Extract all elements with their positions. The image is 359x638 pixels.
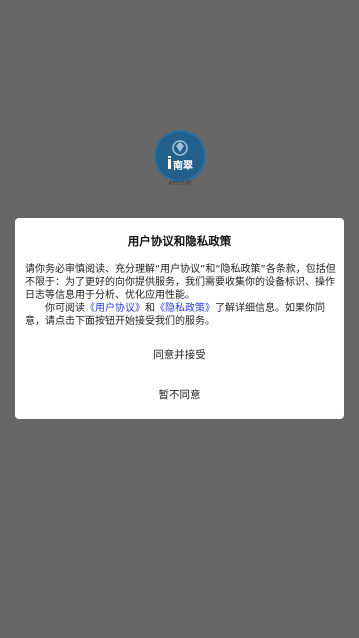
paragraph-2-lead: 你可阅读 — [45, 303, 85, 314]
paragraph-2-and: 和 — [145, 303, 155, 314]
dialog-title: 用户协议和隐私政策 — [127, 234, 232, 248]
dialog-paragraph-1: 请你务必审慎阅读、充分理解“用户协议”和“隐私政策”各条款，包括但不限于：为了更… — [25, 264, 336, 301]
dialog-paragraph-2: 你可阅读《用户协议》和《隐私政策》了解详细信息。如果你同意，请点击下面按钮开始接… — [25, 302, 337, 328]
app-logo-group: 南翠 APP名称 — [154, 130, 206, 187]
decline-button[interactable]: 暂不同意 — [15, 386, 344, 402]
screen: 南翠 APP名称 用户协议和隐私政策 请你务必审慎阅读、充分理解“用户协议”和“… — [0, 0, 359, 638]
svg-text:南翠: 南翠 — [173, 159, 193, 172]
privacy-dialog: 用户协议和隐私政策 请你务必审慎阅读、充分理解“用户协议”和“隐私政策”各条款，… — [15, 218, 344, 419]
app-logo-caption: APP名称 — [168, 180, 192, 187]
logo-emblem-icon: 南翠 — [156, 132, 204, 180]
dialog-body: 请你务必审慎阅读、充分理解“用户协议”和“隐私政策”各条款，包括但不限于：为了更… — [25, 263, 337, 328]
privacy-policy-link[interactable]: 《隐私政策》 — [155, 303, 215, 314]
app-logo-icon: 南翠 — [154, 130, 206, 182]
agree-button[interactable]: 同意并接受 — [15, 346, 344, 362]
user-agreement-link[interactable]: 《用户协议》 — [85, 303, 145, 314]
